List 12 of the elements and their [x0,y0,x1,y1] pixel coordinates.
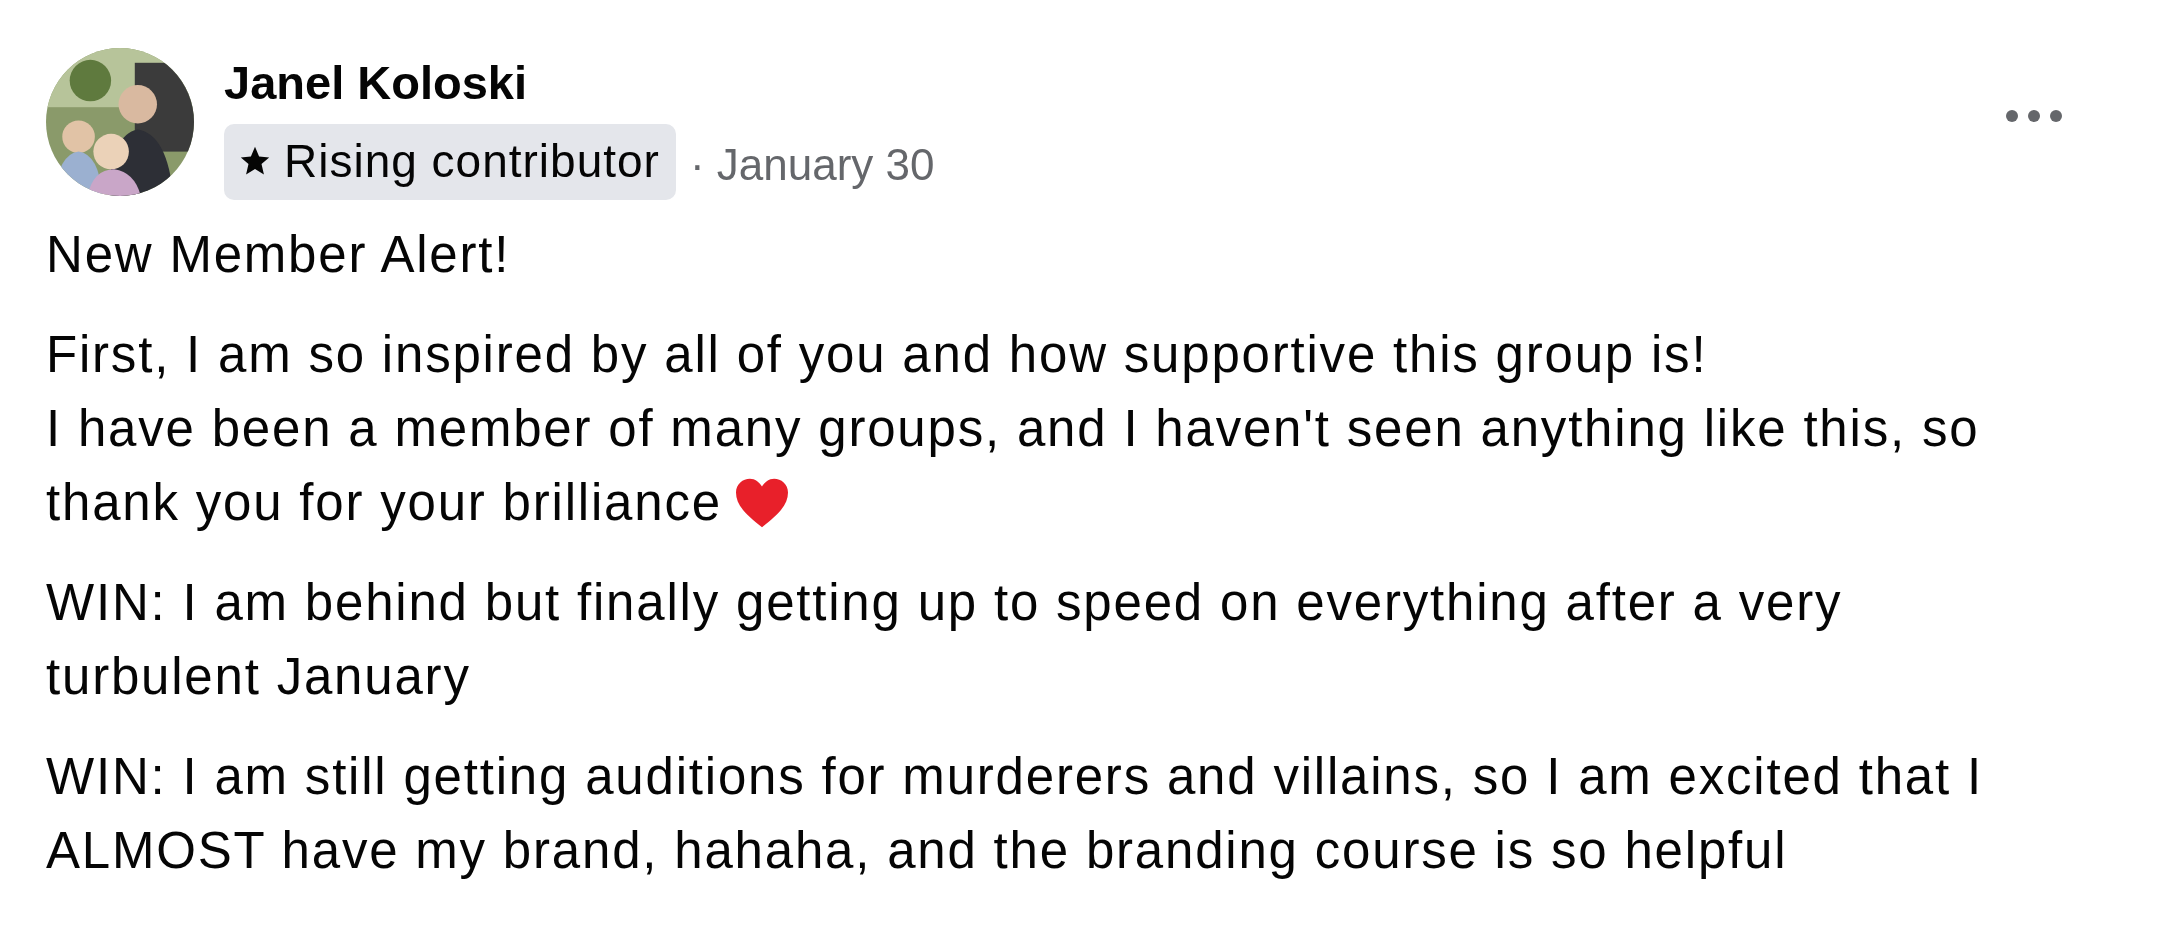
post-date[interactable]: · January 30 [689,140,935,190]
post-text: ALMOST have my brand, hahaha, and the branding course is so helpful [46,821,1788,881]
post-text: I have been a member of many groups, and I haven't seen anything like this, so [46,399,1980,459]
contributor-badge: Rising contributor [224,124,676,200]
post-text: New Member Alert! [46,225,511,285]
more-options-icon[interactable] [2004,108,2064,124]
post-text: First, I am so inspired by all of you and how supportive this group is! [46,325,1708,385]
post-text: WIN: I am still getting auditions for murderers and villains, so I am excited that I [46,747,1983,807]
author-name[interactable]: Janel Koloski [224,56,935,110]
post-text: turbulent January [46,647,471,707]
post-text: thank you for your brilliance [46,473,722,533]
post-text: WIN: I am behind but finally getting up to speed on everything after a very [46,573,1843,633]
